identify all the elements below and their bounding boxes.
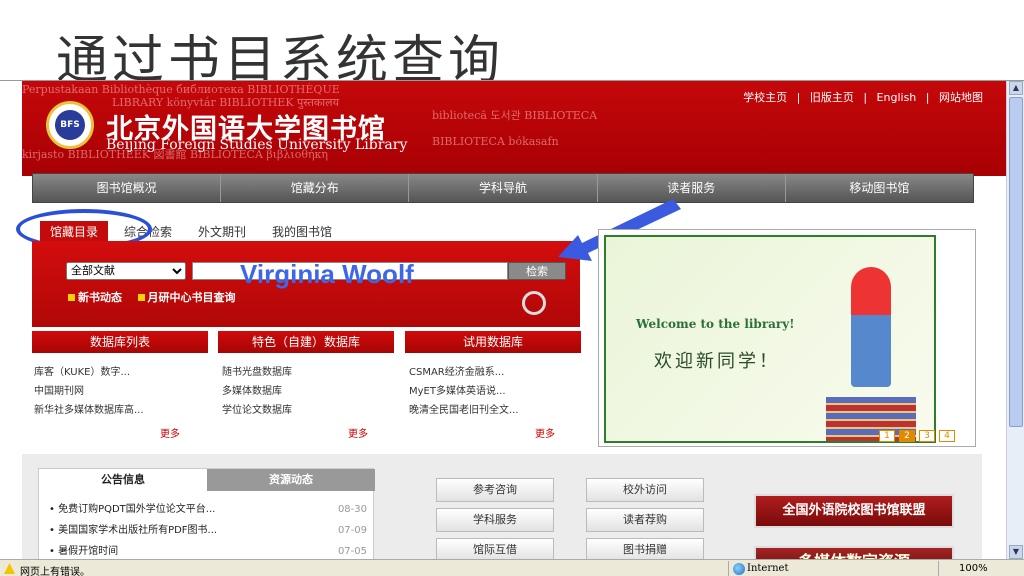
multimedia-banner[interactable]: 多媒体数字资源 bbox=[754, 546, 954, 559]
zoom-level[interactable]: 100% bbox=[938, 561, 988, 576]
list-item[interactable]: 学位论文数据库 bbox=[222, 401, 402, 420]
library-homepage: Perpustakaan Bibliothèque библиотека BIB… bbox=[0, 81, 1006, 559]
trial-db-list: CSMAR经济金融系... MyET多媒体英语说... 晚清全民国老旧刊全文..… bbox=[409, 363, 589, 420]
trial-db-header[interactable]: 试用数据库 bbox=[405, 331, 581, 353]
pager-2[interactable]: 2 bbox=[899, 430, 915, 442]
logo-text: BFS bbox=[55, 110, 85, 140]
nav-item-overview[interactable]: 图书馆概况 bbox=[33, 174, 222, 202]
db-list: 库客（KUKE）数字... 中国期刊网 新华社多媒体数据库高... bbox=[34, 363, 214, 420]
pager-1[interactable]: 1 bbox=[879, 430, 895, 442]
list-item[interactable]: 中国期刊网 bbox=[34, 382, 214, 401]
security-zone: Internet bbox=[728, 561, 883, 576]
reference-button[interactable]: 参考咨询 bbox=[436, 478, 554, 502]
main-nav: 图书馆概况 馆藏分布 学科导航 读者服务 移动图书馆 bbox=[32, 173, 974, 203]
new-books-link[interactable]: 新书动态 bbox=[68, 291, 122, 304]
scroll-down-icon[interactable]: ▼ bbox=[1009, 545, 1023, 559]
special-db-header[interactable]: 特色（自建）数据库 bbox=[218, 331, 394, 353]
globe-icon bbox=[733, 563, 745, 575]
library-name-en: Beijing Foreign Studies University Libra… bbox=[106, 137, 408, 153]
banner-welcome-en: Welcome to the library! bbox=[636, 317, 795, 331]
more-link[interactable]: 更多 bbox=[535, 425, 555, 440]
bullet-icon bbox=[137, 294, 145, 301]
browser-window: Perpustakaan Bibliothèque библиотека BIB… bbox=[0, 80, 1024, 576]
tab-announcements[interactable]: 公告信息 bbox=[39, 469, 207, 491]
warning-icon[interactable] bbox=[4, 563, 15, 574]
link-old-home[interactable]: 旧版主页 bbox=[810, 91, 854, 104]
book-donation-button[interactable]: 图书捐赠 bbox=[586, 538, 704, 559]
list-item[interactable]: 新华社多媒体数据库高... bbox=[34, 401, 214, 420]
notice-panel: 公告信息 资源动态 • 免费订购PQDT国外学位论文平台... 08-30 • 美… bbox=[38, 468, 375, 559]
list-item[interactable]: • 免费订购PQDT国外学位论文平台... 08-30 bbox=[49, 499, 367, 520]
notice-list: • 免费订购PQDT国外学位论文平台... 08-30 • 美国国家学术出版社所有… bbox=[49, 499, 367, 559]
status-text: 网页上有错误。 bbox=[20, 567, 90, 576]
list-item[interactable]: 随书光盘数据库 bbox=[222, 363, 402, 382]
more-link[interactable]: 更多 bbox=[160, 425, 180, 440]
bullet-icon bbox=[68, 294, 75, 301]
link-english[interactable]: English bbox=[877, 91, 917, 104]
tab-my-library[interactable]: 我的图书馆 bbox=[262, 221, 342, 241]
lower-section: 公告信息 资源动态 • 免费订购PQDT国外学位论文平台... 08-30 • 美… bbox=[22, 454, 982, 559]
offcampus-access-button[interactable]: 校外访问 bbox=[586, 478, 704, 502]
pager-3[interactable]: 3 bbox=[919, 430, 935, 442]
reader-recommend-button[interactable]: 读者荐购 bbox=[586, 508, 704, 532]
list-item[interactable]: • 暑假开馆时间 07-05 bbox=[49, 541, 367, 559]
nav-item-mobile-library[interactable]: 移动图书馆 bbox=[786, 174, 973, 202]
query-annotation: Virginia Woolf bbox=[240, 259, 414, 289]
reading-girl-illustration bbox=[851, 267, 891, 387]
list-item[interactable]: • 美国国家学术出版社所有PDF图书... 07-09 bbox=[49, 520, 367, 541]
research-catalog-link[interactable]: 月研中心书目查询 bbox=[137, 291, 236, 304]
interlibrary-loan-button[interactable]: 馆际互借 bbox=[436, 538, 554, 559]
tab-foreign-journals[interactable]: 外文期刊 bbox=[188, 221, 256, 241]
banner-image: Welcome to the library! 欢迎新同学！ bbox=[604, 235, 936, 443]
list-item[interactable]: 多媒体数据库 bbox=[222, 382, 402, 401]
vertical-scrollbar[interactable]: ▲ ▼ bbox=[1006, 81, 1024, 559]
scope-select[interactable]: 全部文献 bbox=[66, 262, 186, 280]
banner-pager: 1 2 3 4 bbox=[875, 430, 955, 442]
zone-label: Internet bbox=[747, 563, 789, 574]
pager-4[interactable]: 4 bbox=[939, 430, 955, 442]
tab-resource-news[interactable]: 资源动态 bbox=[207, 469, 375, 491]
scroll-thumb[interactable] bbox=[1009, 97, 1023, 427]
list-item[interactable]: CSMAR经济金融系... bbox=[409, 363, 589, 382]
more-link[interactable]: 更多 bbox=[348, 425, 368, 440]
scroll-up-icon[interactable]: ▲ bbox=[1009, 81, 1023, 95]
top-links: 学校主页 | 旧版主页 | English | 网站地图 bbox=[740, 89, 986, 105]
status-bar: 网页上有错误。 Internet 100% bbox=[0, 559, 1024, 576]
university-logo[interactable]: BFS bbox=[46, 101, 94, 149]
list-item[interactable]: MyET多媒体英语说... bbox=[409, 382, 589, 401]
site-header: Perpustakaan Bibliothèque библиотека BIB… bbox=[22, 81, 1006, 176]
search-sub-links: 新书动态 月研中心书目查询 bbox=[68, 289, 248, 305]
special-db-list: 随书光盘数据库 多媒体数据库 学位论文数据库 bbox=[222, 363, 402, 420]
link-separator: | bbox=[796, 91, 801, 104]
db-list-header[interactable]: 数据库列表 bbox=[32, 331, 208, 353]
welcome-banner[interactable]: Welcome to the library! 欢迎新同学！ 1 2 3 4 bbox=[598, 229, 976, 447]
subject-service-button[interactable]: 学科服务 bbox=[436, 508, 554, 532]
alliance-banner[interactable]: 全国外语院校图书馆联盟 bbox=[754, 494, 954, 528]
banner-welcome-cn: 欢迎新同学！ bbox=[654, 351, 780, 372]
link-separator: | bbox=[925, 91, 930, 104]
magnifier-icon bbox=[522, 291, 546, 315]
link-sitemap[interactable]: 网站地图 bbox=[939, 91, 983, 104]
link-separator: | bbox=[863, 91, 868, 104]
link-school-home[interactable]: 学校主页 bbox=[743, 91, 787, 104]
bg-word-line: Perpustakaan Bibliothèque библиотека BIB… bbox=[22, 83, 340, 96]
list-item[interactable]: 晚清全民国老旧刊全文... bbox=[409, 401, 589, 420]
nav-item-collections[interactable]: 馆藏分布 bbox=[221, 174, 410, 202]
list-item[interactable]: 库客（KUKE）数字... bbox=[34, 363, 214, 382]
